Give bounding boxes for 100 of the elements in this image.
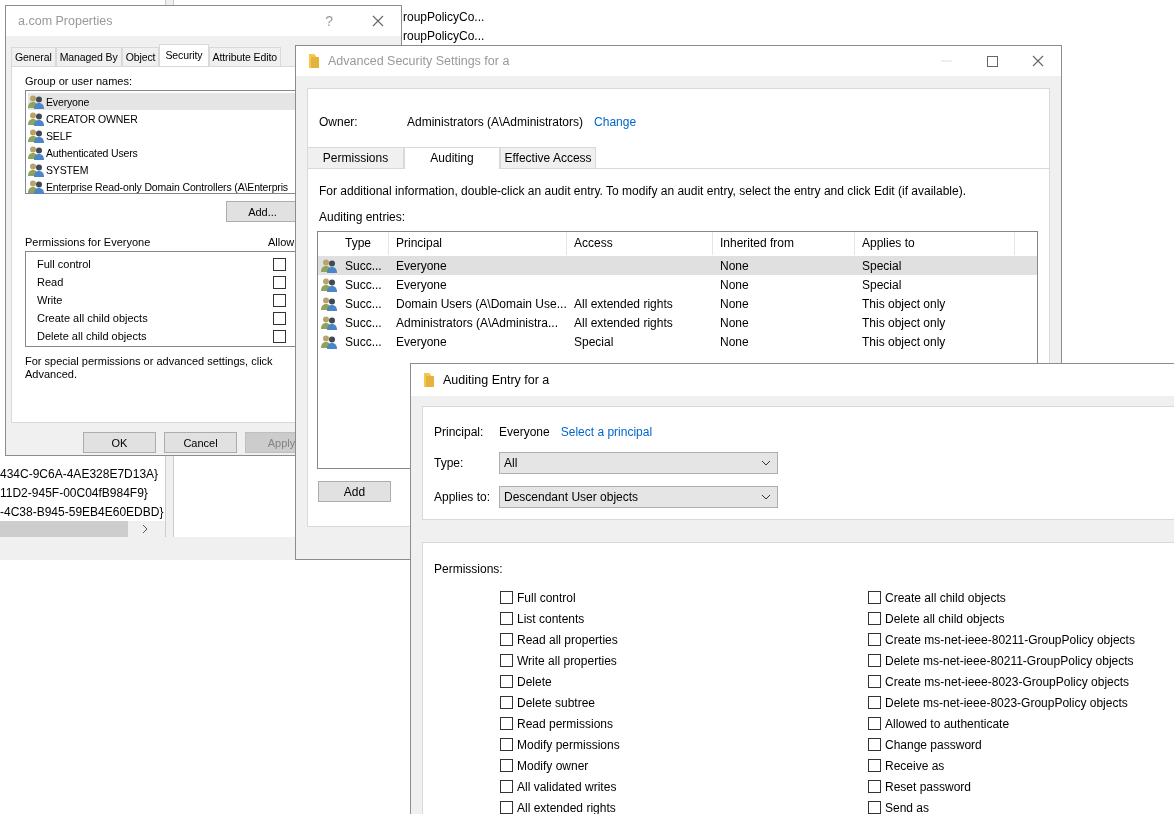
list-item[interactable]: roupPolicyCo... [403, 8, 1174, 27]
audit-entry-row[interactable]: Succ... Domain Users (A\Domain Use... All extended rights None This object only [318, 294, 1037, 313]
checkbox[interactable] [868, 633, 881, 646]
table-cell-text: Succ... [344, 296, 383, 311]
tab[interactable]: Attribute Edito [208, 47, 281, 66]
column-header[interactable]: Type [338, 232, 389, 255]
checkbox[interactable] [273, 257, 286, 271]
checkbox[interactable] [500, 612, 513, 625]
checkbox[interactable] [868, 759, 881, 772]
checkbox-label: Delete all child objects [885, 611, 1005, 626]
table-cell-text: Everyone [395, 258, 448, 273]
checkbox[interactable] [500, 717, 513, 730]
list-item[interactable]: roupPolicyCo... [403, 27, 1174, 46]
checkbox[interactable] [868, 675, 881, 688]
window-title: a.com Properties [18, 14, 113, 28]
table-cell-text: Succ... [344, 258, 383, 273]
scroll-thumb[interactable] [0, 521, 128, 537]
checkbox[interactable] [868, 780, 881, 793]
audit-entry-row[interactable]: Succ... Everyone None Special [318, 256, 1037, 275]
checkbox[interactable] [868, 696, 881, 709]
checkbox[interactable] [500, 759, 513, 772]
horizontal-scrollbar[interactable] [0, 521, 165, 537]
checkbox-label: Delete subtree [517, 695, 596, 710]
checkbox[interactable] [500, 654, 513, 667]
tab[interactable]: General [11, 47, 56, 66]
table-cell-text: Special [861, 277, 903, 292]
tab[interactable]: Permissions [308, 147, 404, 168]
checkbox-label: Write all properties [517, 653, 617, 668]
checkbox-label: Modify permissions [517, 737, 620, 752]
column-header[interactable]: Applies to [855, 232, 1015, 255]
checkbox-label: Delete ms-net-ieee-80211-GroupPolicy objects [885, 653, 1134, 668]
checkbox-label: Delete ms-net-ieee-8023-GroupPolicy objects [885, 695, 1128, 710]
checkbox[interactable] [500, 696, 513, 709]
audit-entry-row[interactable]: Succ... Everyone None Special [318, 275, 1037, 294]
checkbox[interactable] [500, 675, 513, 688]
chevron-down-icon [761, 460, 771, 466]
add-button[interactable]: Add [318, 481, 391, 502]
tree-item[interactable]: -4C38-B945-59EB4E60EDBD} [0, 504, 164, 519]
checkbox-label: Full control [517, 590, 576, 605]
checkbox[interactable] [868, 801, 881, 814]
table-cell-text: None [719, 334, 750, 349]
change-link[interactable]: Change [594, 115, 637, 129]
audit-entry-row[interactable]: Succ... Everyone Special None This object only [318, 332, 1037, 351]
column-header[interactable]: Principal [389, 232, 567, 255]
users-icon [321, 295, 337, 312]
checkbox[interactable] [273, 329, 286, 343]
dialog-button[interactable]: Cancel [164, 432, 237, 453]
users-icon [28, 144, 44, 161]
tree-item[interactable]: 434C-9C6A-4AE328E7D13A} [0, 466, 159, 481]
users-icon [321, 276, 337, 293]
checkbox[interactable] [868, 738, 881, 751]
dropdown[interactable]: All [499, 452, 778, 474]
window-title: Advanced Security Settings for a [328, 54, 510, 68]
table-cell-text: None [719, 315, 750, 330]
dialog-button[interactable]: OK [83, 432, 156, 453]
users-icon [321, 257, 337, 274]
checkbox[interactable] [500, 633, 513, 646]
info-text: For additional information, double-click an audit entry. To modify an audit entry, select the entry and click Edit (if available). [318, 184, 967, 198]
checkbox-label: All validated writes [517, 779, 617, 794]
checkbox[interactable] [500, 591, 513, 604]
table-cell-text: All extended rights [573, 315, 674, 330]
column-header[interactable]: Access [567, 232, 713, 255]
checkbox-label: Modify owner [517, 758, 589, 773]
permission-name: Full control [37, 258, 92, 270]
select-principal-link[interactable]: Select a principal [560, 425, 653, 439]
tab[interactable]: Object [121, 47, 160, 66]
checkbox-label: All extended rights [517, 800, 616, 814]
users-icon [28, 161, 44, 178]
checkbox[interactable] [500, 801, 513, 814]
users-icon [321, 314, 337, 331]
checkbox[interactable] [500, 780, 513, 793]
table-cell-text: Succ... [344, 315, 383, 330]
checkbox-label: Delete [517, 674, 552, 689]
checkbox[interactable] [868, 717, 881, 730]
checkbox[interactable] [273, 311, 286, 325]
permission-name: Create all child objects [37, 312, 149, 324]
column-header: Allow [268, 236, 295, 250]
tab[interactable]: Auditing [404, 147, 500, 169]
checkbox-label: Send as [885, 800, 930, 814]
checkbox[interactable] [500, 738, 513, 751]
checkbox[interactable] [273, 293, 286, 307]
tab[interactable]: Managed By [55, 47, 122, 66]
checkbox[interactable] [273, 275, 286, 289]
checkbox[interactable] [868, 654, 881, 667]
permission-name: Write [37, 294, 64, 306]
tab[interactable]: Security [159, 44, 209, 66]
tab[interactable]: Effective Access [500, 147, 596, 168]
permission-name: Read [37, 276, 65, 288]
users-icon [28, 110, 44, 127]
table-cell-text: Succ... [344, 334, 383, 349]
tree-item[interactable]: 11D2-945F-00C04fB984F9} [0, 485, 148, 500]
audit-entry-row[interactable]: Succ... Administrators (A\Administra... All extended rights None This object only [318, 313, 1037, 332]
checkbox[interactable] [868, 591, 881, 604]
checkbox[interactable] [868, 612, 881, 625]
dropdown[interactable]: Descendant User objects [499, 486, 778, 508]
principal-name: SELF [46, 129, 72, 142]
principal-name: SYSTEM [46, 163, 89, 176]
table-cell-text: This object only [861, 296, 947, 311]
column-header[interactable]: Inherited from [713, 232, 855, 255]
permission-name: Delete all child objects [37, 330, 148, 342]
